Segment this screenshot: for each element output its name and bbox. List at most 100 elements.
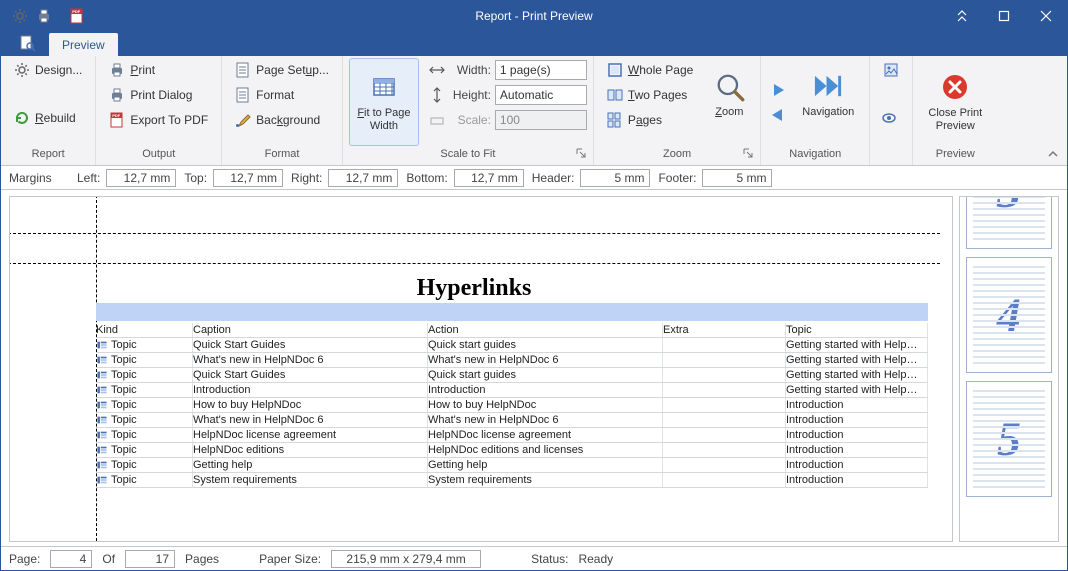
background-dropdown[interactable]: Background [228, 108, 336, 132]
cell-caption: Getting help [193, 458, 428, 472]
cell-extra [663, 413, 786, 427]
group-preview: Close Print Preview Preview [913, 56, 997, 165]
table-row: TopicQuick Start GuidesQuick start guide… [96, 338, 928, 353]
table-row: TopicIntroductionIntroductionGetting sta… [96, 383, 928, 398]
cell-extra [663, 473, 786, 487]
height-select[interactable]: Automatic [495, 85, 587, 105]
status-status-value: Ready [578, 552, 613, 566]
restore-window-icon[interactable] [941, 1, 983, 30]
cell-caption: Introduction [193, 383, 428, 397]
table-row: TopicWhat's new in HelpNDoc 6What's new … [96, 353, 928, 368]
zoom-button[interactable]: Zoom [704, 58, 754, 146]
cell-action: What's new in HelpNDoc 6 [428, 413, 663, 427]
qat-pdf-dropdown[interactable] [67, 8, 87, 24]
export-pdf-button[interactable]: Export To PDF [102, 108, 215, 132]
page-setup-button[interactable]: Page Setup... [228, 58, 336, 82]
ribbon-collapse-icon[interactable] [1047, 148, 1059, 162]
print-button[interactable]: Print [102, 58, 215, 82]
maximize-window-icon[interactable] [983, 1, 1025, 30]
status-paper-label: Paper Size: [259, 552, 321, 566]
cell-action: Getting help [428, 458, 663, 472]
table-row: TopicHow to buy HelpNDocHow to buy HelpN… [96, 398, 928, 413]
workspace: Hyperlinks Kind Caption Action Extra Top… [1, 190, 1067, 546]
group-navigation: Navigation Navigation [761, 56, 870, 165]
status-page-label: Page: [9, 552, 40, 566]
width-select[interactable]: 1 page(s) [495, 60, 587, 80]
qat-separator [57, 5, 65, 27]
cell-caption: HelpNDoc license agreement [193, 428, 428, 442]
nav-next-icon[interactable] [767, 78, 789, 102]
app-window: Report - Print Preview Preview Design... [0, 0, 1068, 571]
status-page-count: 17 [125, 550, 175, 568]
width-icon [429, 62, 445, 78]
navigation-dropdown[interactable]: Navigation [793, 58, 863, 146]
cell-topic: Getting started with HelpNDoc [786, 383, 928, 397]
export-pdf-label: Export To PDF [130, 113, 208, 127]
print-dialog-label: Print Dialog [130, 88, 192, 102]
close-window-icon[interactable] [1025, 1, 1067, 30]
status-page-input[interactable]: 4 [50, 550, 92, 568]
pages-dropdown[interactable]: Pages [600, 108, 700, 132]
document-title: Hyperlinks [9, 275, 940, 302]
thumbnail-page-5[interactable]: 5 [966, 381, 1052, 497]
scale-icon [429, 112, 445, 128]
qat-options-icon[interactable] [9, 5, 31, 27]
thumbnail-page-4[interactable]: 4 [966, 257, 1052, 373]
col-extra: Extra [663, 323, 786, 337]
table-row: TopicWhat's new in HelpNDoc 6What's new … [96, 413, 928, 428]
thumbnail-panel[interactable]: 3 4 5 [959, 196, 1059, 542]
height-icon [429, 87, 445, 103]
group-preview-title: Preview [919, 146, 991, 164]
two-pages-button[interactable]: Two Pages [600, 83, 700, 107]
margin-footer-input[interactable]: 5 mm [702, 169, 772, 187]
tab-preview[interactable]: Preview [49, 33, 118, 56]
format-dropdown[interactable]: Format [228, 83, 336, 107]
margin-bottom-input[interactable]: 12,7 mm [454, 169, 524, 187]
margin-top-label: Top: [184, 171, 207, 185]
nav-prev-icon[interactable] [767, 103, 789, 127]
col-kind: Kind [96, 323, 193, 337]
col-caption: Caption [193, 323, 428, 337]
cell-kind: Topic [96, 458, 193, 472]
zoom-launcher-icon[interactable] [742, 148, 754, 160]
view-toggle-icon[interactable] [876, 106, 906, 130]
margin-top-input[interactable]: 12,7 mm [213, 169, 283, 187]
table-row: TopicGetting helpGetting helpIntroductio… [96, 458, 928, 473]
cell-action: Quick start guides [428, 368, 663, 382]
col-topic: Topic [786, 323, 928, 337]
document-table: Kind Caption Action Extra Topic TopicQui… [96, 323, 928, 488]
title-bar: Report - Print Preview [1, 1, 1067, 30]
group-view-toggles [870, 56, 913, 165]
close-preview-button[interactable]: Close Print Preview [919, 58, 991, 146]
cell-kind: Topic [96, 443, 193, 457]
fit-to-page-width-button[interactable]: Fit to Page Width [349, 58, 419, 146]
cell-extra [663, 383, 786, 397]
group-scale-title: Scale to Fit [349, 146, 587, 164]
print-dialog-button[interactable]: Print Dialog [102, 83, 215, 107]
cell-kind: Topic [96, 338, 193, 352]
margins-bar: Margins Left:12,7 mm Top:12,7 mm Right:1… [1, 166, 1067, 190]
design-button[interactable]: Design... [7, 58, 89, 82]
cell-extra [663, 368, 786, 382]
whole-page-button[interactable]: Whole Page [600, 58, 700, 82]
format-label: Format [256, 88, 294, 102]
width-label: Width: [449, 63, 491, 77]
thumbnails-toggle-icon[interactable] [876, 58, 906, 82]
status-paper-size: 215,9 mm x 279,4 mm [331, 550, 481, 568]
rebuild-button[interactable]: Rebuild [7, 106, 89, 130]
rebuild-label: ebuild [44, 111, 76, 125]
cell-caption: System requirements [193, 473, 428, 487]
margin-header-input[interactable]: 5 mm [580, 169, 650, 187]
cell-topic: Introduction [786, 458, 928, 472]
scale-label: Scale: [449, 113, 491, 127]
file-menu-button[interactable] [13, 32, 43, 56]
cell-extra [663, 353, 786, 367]
thumbnail-page-3[interactable]: 3 [966, 196, 1052, 249]
page-preview[interactable]: Hyperlinks Kind Caption Action Extra Top… [9, 196, 953, 542]
qat-print-icon[interactable] [33, 5, 55, 27]
scale-to-fit-launcher-icon[interactable] [575, 148, 587, 160]
status-bar: Page: 4 Of 17 Pages Paper Size: 215,9 mm… [1, 546, 1067, 570]
margin-left-input[interactable]: 12,7 mm [106, 169, 176, 187]
margin-right-input[interactable]: 12,7 mm [328, 169, 398, 187]
cell-caption: Quick Start Guides [193, 338, 428, 352]
